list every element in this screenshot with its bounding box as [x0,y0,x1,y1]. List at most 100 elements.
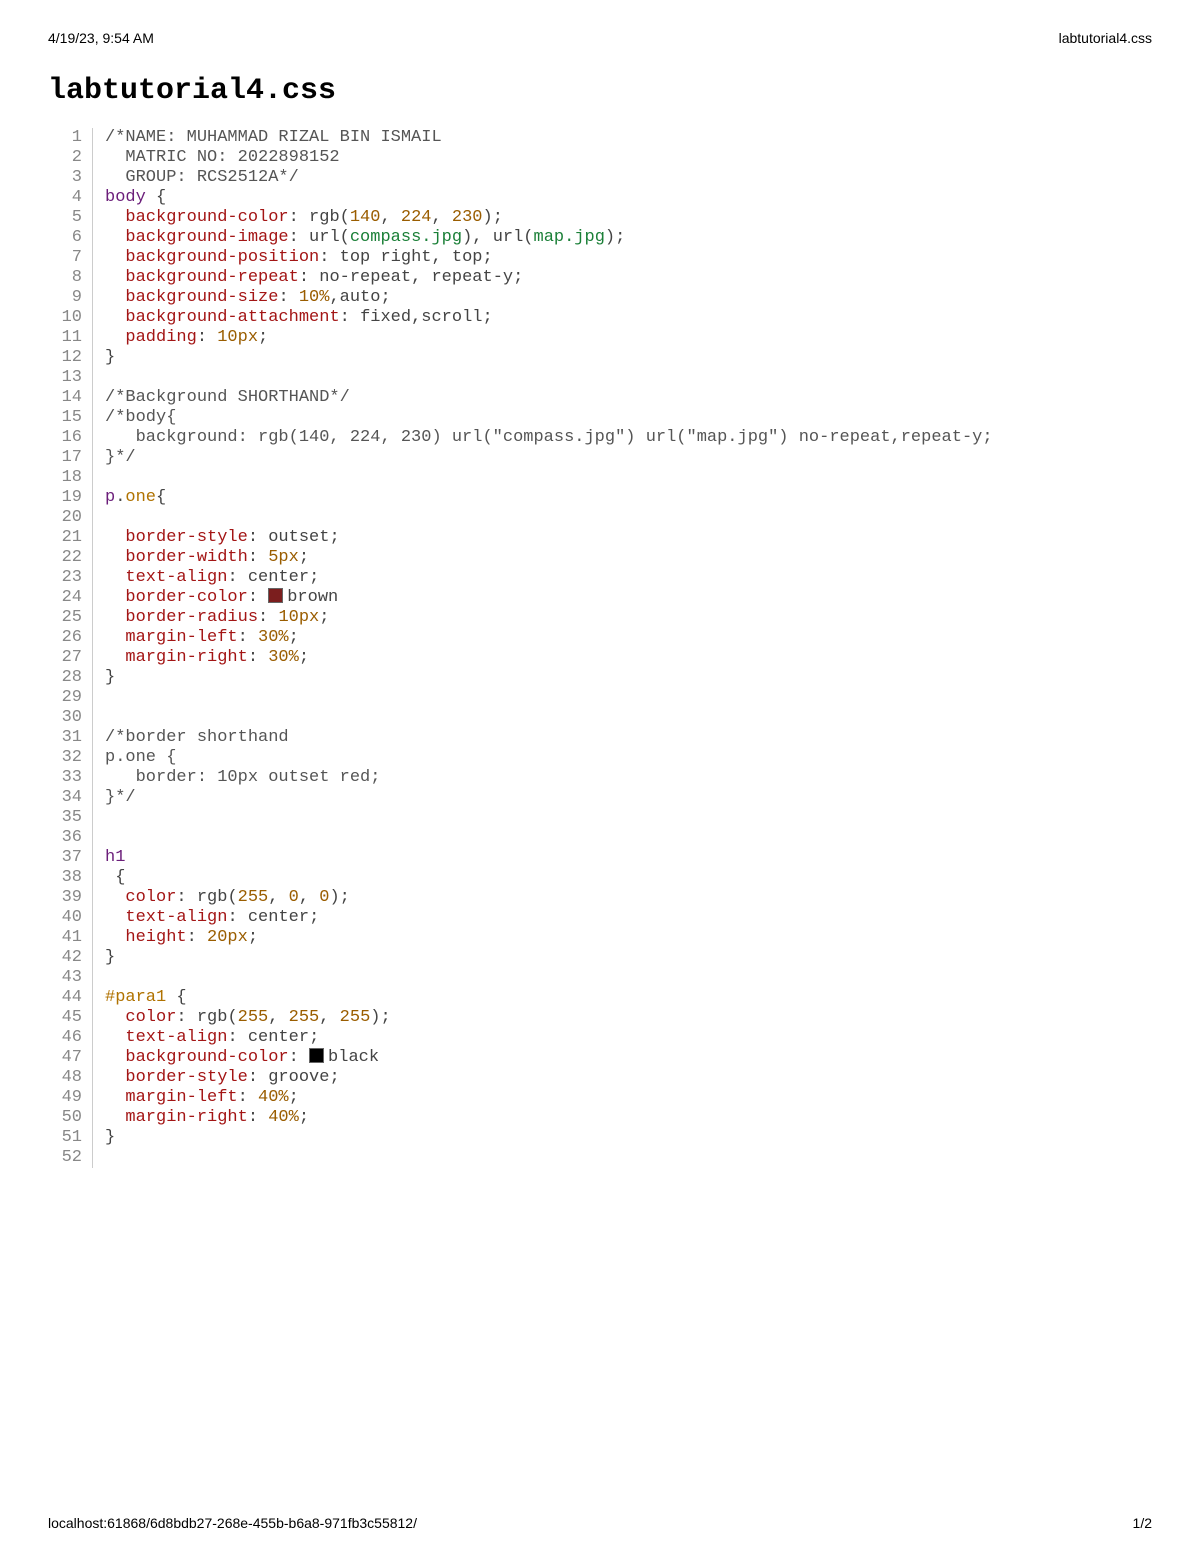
line-number: 47 [52,1048,82,1068]
line-number: 51 [52,1128,82,1148]
line-number: 35 [52,808,82,828]
code-line: /*NAME: MUHAMMAD RIZAL BIN ISMAIL [105,128,993,148]
code-line: border-style: outset; [105,528,993,548]
code-line: }*/ [105,448,993,468]
line-number: 48 [52,1068,82,1088]
line-number: 24 [52,588,82,608]
footer-url: localhost:61868/6d8bdb27-268e-455b-b6a8-… [48,1515,417,1531]
code-line: h1 [105,848,993,868]
code-line: } [105,1128,993,1148]
code-line: text-align: center; [105,908,993,928]
line-number: 25 [52,608,82,628]
document-title: labtutorial4.css [48,74,1152,108]
line-number: 30 [52,708,82,728]
line-number: 6 [52,228,82,248]
code-line: border-color: brown [105,588,993,608]
line-number: 37 [52,848,82,868]
code-line [105,508,993,528]
line-number: 20 [52,508,82,528]
line-number: 28 [52,668,82,688]
page: 4/19/23, 9:54 AM labtutorial4.css labtut… [0,0,1200,1553]
code-line [105,688,993,708]
code-line: border-style: groove; [105,1068,993,1088]
print-filename: labtutorial4.css [1059,30,1152,46]
code-line: margin-left: 40%; [105,1088,993,1108]
code-block: 1234567891011121314151617181920212223242… [48,128,1152,1168]
line-number: 10 [52,308,82,328]
line-number: 41 [52,928,82,948]
code-line: background-color: black [105,1048,993,1068]
line-number: 18 [52,468,82,488]
line-number: 29 [52,688,82,708]
code-line: /*Background SHORTHAND*/ [105,388,993,408]
line-number: 19 [52,488,82,508]
line-number: 13 [52,368,82,388]
line-number: 31 [52,728,82,748]
color-swatch-icon [309,1048,324,1063]
code-line: color: rgb(255, 255, 255); [105,1008,993,1028]
code-line: background-repeat: no-repeat, repeat-y; [105,268,993,288]
code-line: margin-right: 40%; [105,1108,993,1128]
code-line: /*body{ [105,408,993,428]
code-line: } [105,948,993,968]
line-number: 26 [52,628,82,648]
print-footer: localhost:61868/6d8bdb27-268e-455b-b6a8-… [48,1515,1152,1531]
line-number: 32 [52,748,82,768]
line-number: 12 [52,348,82,368]
line-number: 3 [52,168,82,188]
code-line: margin-right: 30%; [105,648,993,668]
code-line: } [105,348,993,368]
code-line: text-align: center; [105,1028,993,1048]
footer-page-number: 1/2 [1133,1515,1152,1531]
code-line: background-attachment: fixed,scroll; [105,308,993,328]
code-line: background-image: url(compass.jpg), url(… [105,228,993,248]
line-number: 45 [52,1008,82,1028]
code-line: }*/ [105,788,993,808]
code-line: height: 20px; [105,928,993,948]
line-number: 49 [52,1088,82,1108]
code-line [105,828,993,848]
line-number: 27 [52,648,82,668]
line-number: 23 [52,568,82,588]
code-line: #para1 { [105,988,993,1008]
code-line: body { [105,188,993,208]
code-line: { [105,868,993,888]
line-number: 22 [52,548,82,568]
code-line: margin-left: 30%; [105,628,993,648]
code-line: background: rgb(140, 224, 230) url("comp… [105,428,993,448]
print-timestamp: 4/19/23, 9:54 AM [48,30,154,46]
code-line [105,708,993,728]
line-number: 38 [52,868,82,888]
color-swatch-icon [268,588,283,603]
line-number: 39 [52,888,82,908]
code-line: padding: 10px; [105,328,993,348]
line-number: 2 [52,148,82,168]
code-line [105,368,993,388]
line-number: 42 [52,948,82,968]
line-number: 8 [52,268,82,288]
code-line: p.one{ [105,488,993,508]
line-number: 9 [52,288,82,308]
code-line: p.one { [105,748,993,768]
line-number: 14 [52,388,82,408]
line-number-gutter: 1234567891011121314151617181920212223242… [52,128,93,1168]
line-number: 16 [52,428,82,448]
line-number: 40 [52,908,82,928]
line-number: 11 [52,328,82,348]
line-number: 34 [52,788,82,808]
print-header: 4/19/23, 9:54 AM labtutorial4.css [48,30,1152,46]
line-number: 50 [52,1108,82,1128]
code-line: color: rgb(255, 0, 0); [105,888,993,908]
code-line [105,808,993,828]
line-number: 33 [52,768,82,788]
line-number: 44 [52,988,82,1008]
line-number: 1 [52,128,82,148]
code-line: } [105,668,993,688]
code-line: text-align: center; [105,568,993,588]
code-line [105,1148,993,1168]
code-content: /*NAME: MUHAMMAD RIZAL BIN ISMAIL MATRIC… [93,128,993,1168]
line-number: 5 [52,208,82,228]
code-line: GROUP: RCS2512A*/ [105,168,993,188]
code-line: border-radius: 10px; [105,608,993,628]
code-line: border-width: 5px; [105,548,993,568]
